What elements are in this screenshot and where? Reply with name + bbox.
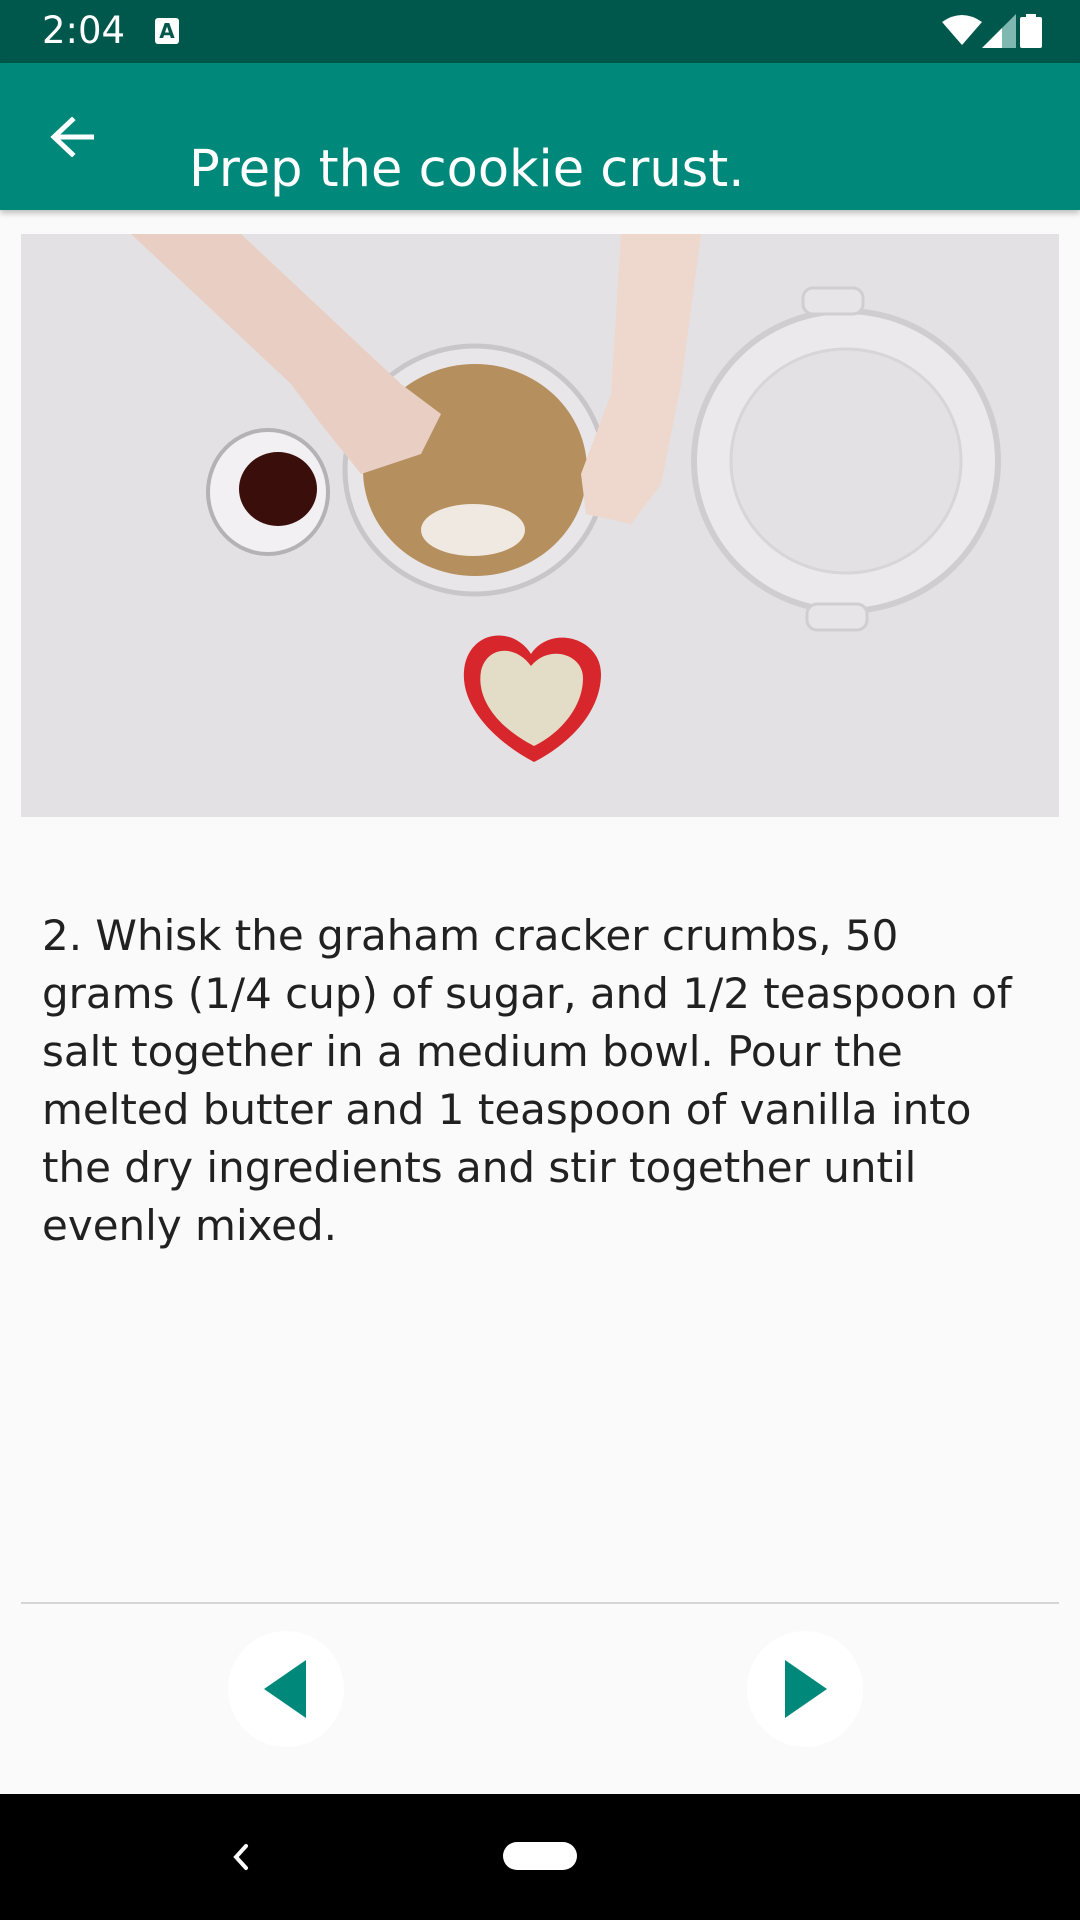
cellular-signal-icon [982,14,1016,48]
home-pill-icon[interactable] [503,1842,577,1870]
chevron-left-icon[interactable] [220,1832,260,1882]
step-video[interactable] [21,234,1059,817]
battery-icon [1020,14,1042,48]
previous-step-button[interactable] [228,1631,344,1747]
back-button[interactable] [30,99,114,175]
divider [21,1602,1059,1604]
step-photo [21,234,1059,817]
triangle-right-icon [785,1660,827,1718]
page-title: Prep the cookie crust. [189,140,745,200]
next-step-button[interactable] [747,1631,863,1747]
status-bar: 2:04 A [0,0,1080,63]
status-time: 2:04 [42,9,126,52]
wifi-icon [942,15,982,45]
step-instruction: 2. Whisk the graham cracker crumbs, 50 g… [42,911,1012,1250]
system-navigation-bar [0,1794,1080,1920]
app-bar: Prep the cookie crust. [0,63,1080,210]
triangle-left-icon [264,1660,306,1718]
arrow-left-icon [50,117,94,157]
text-a-icon: A [155,18,179,44]
